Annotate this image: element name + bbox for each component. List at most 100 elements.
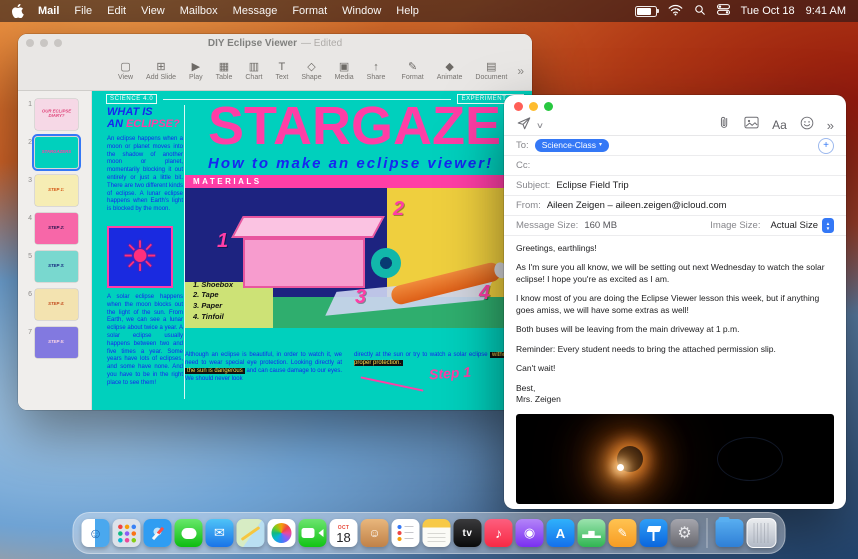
dock-icon-calendar[interactable]: OCT 18 — [329, 519, 358, 547]
sun-icon: ☀ — [121, 233, 159, 281]
spotlight-search-icon[interactable] — [694, 4, 706, 19]
toolbar-button-play[interactable]: ▶ Play — [189, 61, 203, 81]
toolbar-button-text[interactable]: T Text — [276, 60, 289, 81]
battery-icon[interactable] — [634, 5, 659, 17]
image-size-value: Actual Size — [770, 220, 818, 231]
dock-icon-contacts[interactable]: ☺ — [360, 519, 389, 547]
toolbar-button-add-slide[interactable]: ⊞ Add Slide — [146, 61, 176, 81]
toolbar-button-chart[interactable]: ▥ Chart — [245, 61, 262, 81]
image-size-popup-button[interactable]: ▲ ▼ — [822, 218, 834, 233]
slide-canvas[interactable]: SCIENCE 4.0 EXPERIMENT #11 WHAT IS AN EC… — [92, 91, 532, 410]
send-options-chevron-icon[interactable]: ∨ — [536, 121, 544, 130]
menu-item-edit[interactable]: Edit — [107, 5, 126, 17]
control-center-icon[interactable] — [716, 4, 730, 18]
toolbar-button-document[interactable]: ▤ Document — [475, 61, 507, 81]
dock-icon-downloads[interactable] — [715, 516, 744, 547]
add-recipient-button[interactable]: + — [818, 137, 834, 154]
toolbar-icon: T — [278, 60, 286, 73]
sun-illustration: ☀ — [107, 226, 173, 289]
toolbar-button-share[interactable]: ↑ Share — [367, 61, 386, 81]
minimize-button[interactable] — [529, 102, 538, 111]
dock-icon-finder[interactable]: ☺ — [81, 519, 110, 547]
dock-icon-keynote[interactable] — [639, 519, 668, 547]
slide-thumbnail-2[interactable]: 2 STARGAZERS — [22, 134, 86, 171]
slide-thumbnail-5[interactable]: 5 STEP 3: — [22, 251, 86, 282]
dock-icon-numbers[interactable]: ▃▆▂ — [577, 519, 606, 547]
dock-icon-settings[interactable]: ⚙ — [670, 519, 699, 547]
slide-left-column: WHAT IS AN ECLIPSE? An eclipse happens w… — [107, 106, 183, 388]
dock-icon-mail[interactable]: ✉ — [205, 519, 234, 547]
dock-icon-trash[interactable] — [746, 518, 777, 548]
dock-icon-music[interactable]: ♪ — [484, 519, 513, 547]
message-body-editor[interactable]: Greetings, earthlings! As I'm sure you al… — [504, 236, 846, 504]
dock-icon-pages[interactable]: ✎ — [608, 519, 637, 547]
toolbar-button-media[interactable]: ▣ Media — [335, 61, 354, 81]
toolbar-button-table[interactable]: ▦ Table — [216, 61, 233, 81]
slide-thumbnail-6[interactable]: 6 STEP 4: — [22, 289, 86, 320]
eclipse-photo-attachment[interactable] — [516, 413, 834, 504]
toolbar-button-format[interactable]: ✎ Format — [402, 61, 424, 81]
slide-thumbnail-1[interactable]: 1 OUR ECLIPSE DIARY? — [22, 99, 86, 130]
zoom-button[interactable] — [544, 102, 553, 111]
format-text-button[interactable]: Aa — [772, 118, 787, 132]
body-paragraph: Best, — [516, 382, 536, 393]
slide-thumbnail-7[interactable]: 7 STEP 5: — [22, 327, 86, 358]
slide-navigator: 1 OUR ECLIPSE DIARY? 2 STARGAZERS 3 STEP… — [18, 91, 92, 410]
toolbar-button-animate[interactable]: ◆ Animate — [437, 61, 463, 81]
dock-icon-notes[interactable] — [422, 519, 451, 547]
dock-icon-messages[interactable] — [174, 519, 203, 547]
cc-field[interactable]: Cc: — [504, 156, 846, 176]
emoji-button[interactable] — [800, 116, 814, 135]
dock-icon-safari[interactable] — [143, 519, 172, 547]
menu-item-app-name[interactable]: Mail — [38, 5, 59, 17]
menu-bar-date[interactable]: Tue Oct 18 — [741, 5, 795, 17]
toolbar-icon: ▢ — [120, 60, 131, 73]
toolbar-button-shape[interactable]: ◇ Shape — [301, 60, 321, 81]
body-paragraph: Both buses will be leaving from the main… — [516, 324, 740, 335]
dock-icon-photos[interactable] — [267, 519, 296, 547]
body-paragraph: I know most of you are doing the Eclipse… — [516, 293, 820, 315]
menu-item-mailbox[interactable]: Mailbox — [180, 5, 218, 17]
subject-field[interactable]: Subject: Eclipse Field Trip — [504, 176, 846, 196]
slide-thumbnail-4[interactable]: 4 STEP 2: — [22, 213, 86, 244]
wifi-icon[interactable] — [668, 4, 683, 19]
toolbar-button-view[interactable]: ▢ View — [118, 60, 133, 81]
toolbar-overflow-chevron-icon[interactable]: » — [517, 64, 524, 78]
slide-thumbnail-3[interactable]: 3 STEP 1: — [22, 175, 86, 206]
minimize-button[interactable] — [40, 39, 48, 47]
insert-photo-button[interactable] — [744, 116, 759, 134]
keynote-title-bar[interactable]: DIY Eclipse Viewer — Edited — [18, 34, 532, 52]
materials-list-item: 3. Paper — [193, 301, 223, 311]
dock-icon-launchpad[interactable] — [112, 519, 141, 547]
toolbar-overflow-chevron-icon[interactable]: » — [827, 118, 834, 133]
menu-item-message[interactable]: Message — [233, 5, 278, 17]
menu-item-window[interactable]: Window — [342, 5, 381, 17]
dock-icon-appstore[interactable]: A — [546, 519, 575, 547]
mail-title-bar[interactable]: ∨ Aa » — [504, 95, 846, 136]
dock-icon-reminders[interactable] — [391, 519, 420, 547]
from-field[interactable]: From: Aileen Zeigen – aileen.zeigen@iclo… — [504, 196, 846, 216]
dock-icon-podcasts[interactable]: ◉ — [515, 519, 544, 547]
stepper-down-icon: ▼ — [825, 225, 831, 231]
stargazers-headline: STARGAZERS — [208, 101, 532, 153]
mail-header-fields: To: Science-Class ▾ + Cc: Subject: Eclips… — [504, 136, 846, 236]
dock-icon-maps[interactable] — [236, 519, 265, 547]
lens-flare — [717, 437, 784, 482]
menu-item-file[interactable]: File — [74, 5, 92, 17]
to-field[interactable]: To: Science-Class ▾ + — [504, 136, 846, 156]
attach-file-button[interactable] — [718, 115, 731, 135]
recipient-token[interactable]: Science-Class ▾ — [534, 139, 610, 152]
menu-item-view[interactable]: View — [141, 5, 165, 17]
close-button[interactable] — [26, 39, 34, 47]
toolbar-icon: ◇ — [307, 60, 316, 73]
menu-item-format[interactable]: Format — [292, 5, 327, 17]
dock-icon-facetime[interactable] — [298, 519, 327, 547]
menu-bar-time[interactable]: 9:41 AM — [806, 5, 846, 17]
menu-item-help[interactable]: Help — [396, 5, 419, 17]
close-button[interactable] — [514, 102, 523, 111]
eclipse-paragraph-1: An eclipse happens when a moon or planet… — [107, 136, 183, 213]
send-button[interactable] — [516, 116, 532, 135]
zoom-button[interactable] — [54, 39, 62, 47]
apple-menu-icon[interactable] — [12, 4, 24, 18]
dock-icon-tv[interactable]: tv — [453, 519, 482, 547]
